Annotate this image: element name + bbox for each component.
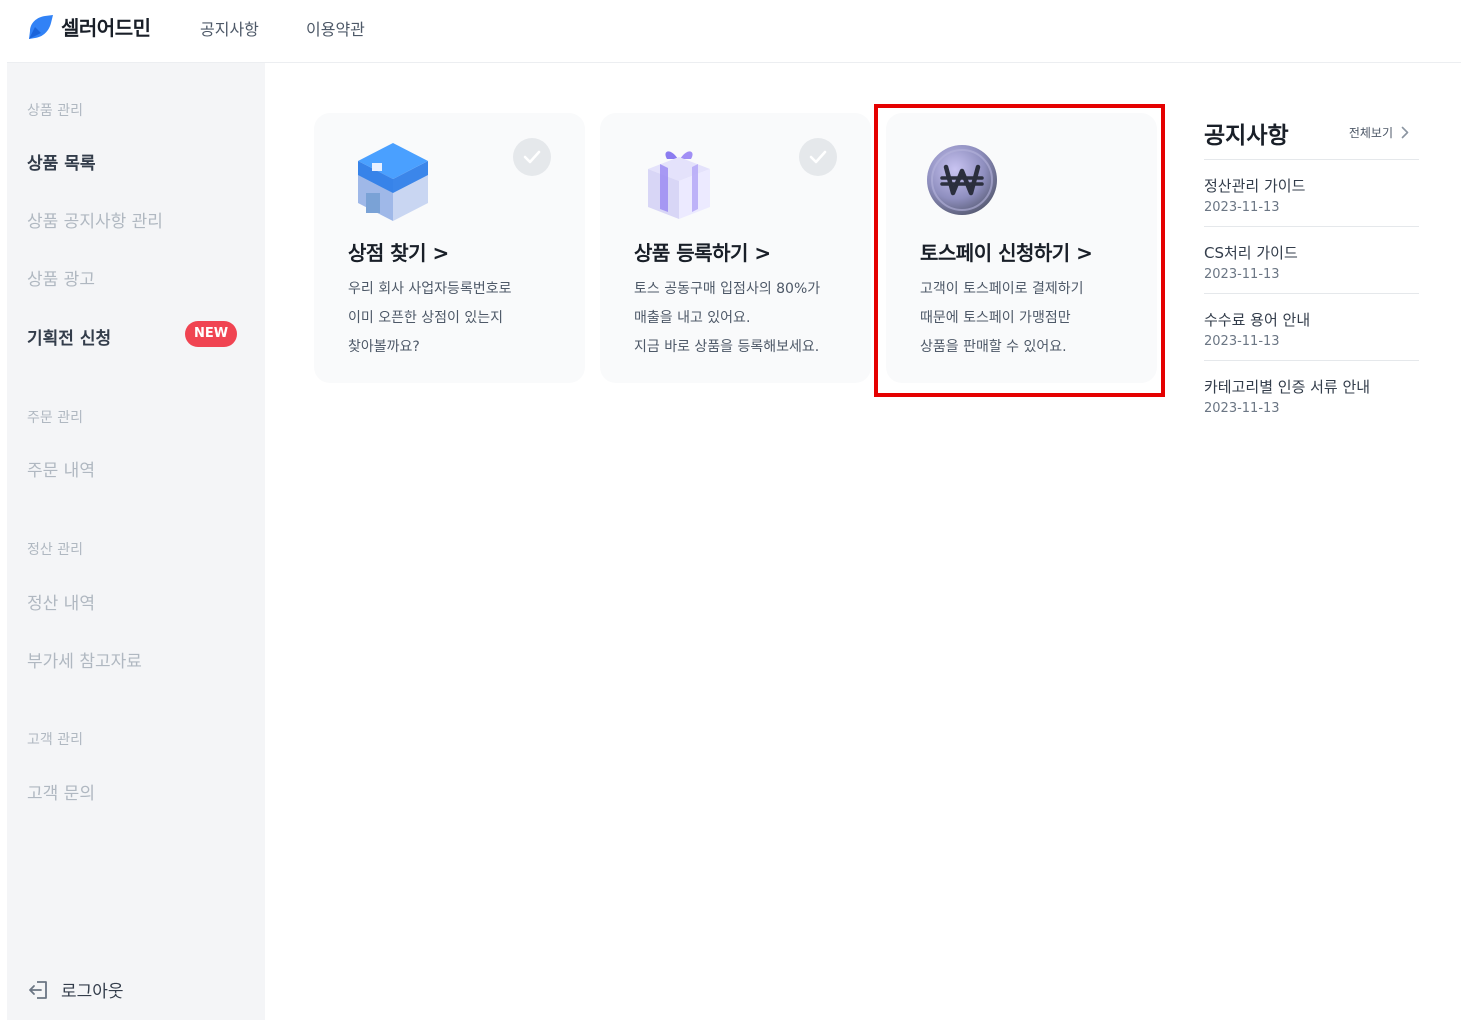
check-icon — [799, 138, 837, 176]
notice-item[interactable]: CS처리 가이드 2023-11-13 — [1204, 227, 1419, 294]
view-all-label: 전체보기 — [1348, 126, 1393, 140]
sidebar-category-order: 주문 관리 — [27, 410, 83, 426]
notice-item-date: 2023-11-13 — [1204, 401, 1280, 416]
notice-item[interactable]: 정산관리 가이드 2023-11-13 — [1204, 160, 1419, 227]
card-desc-line: 매출을 내고 있어요. — [634, 310, 751, 326]
card-title[interactable]: 상점 찾기 > — [348, 237, 449, 266]
sidebar-item-product-list[interactable]: 상품 목록 — [27, 149, 95, 174]
notice-item-title: 정산관리 가이드 — [1204, 177, 1306, 195]
logo[interactable]: 셀러어드민 — [27, 12, 151, 41]
notice-header: 공지사항 전체보기 — [1204, 112, 1419, 160]
card-register-product[interactable]: 상품 등록하기 > 토스 공동구매 입점사의 80%가 매출을 내고 있어요. … — [600, 113, 871, 383]
card-description: 우리 회사 사업자등록번호로 이미 오픈한 상점이 있는지 찾아볼까요? — [348, 275, 511, 362]
card-desc-line: 찾아볼까요? — [348, 339, 420, 355]
sidebar-item-order-history[interactable]: 주문 내역 — [27, 456, 95, 481]
card-desc-line: 우리 회사 사업자등록번호로 — [348, 281, 512, 297]
chevron-right-icon — [1401, 126, 1409, 139]
notice-item-date: 2023-11-13 — [1204, 200, 1280, 215]
card-desc-line: 지금 바로 상품을 등록해보세요. — [634, 339, 820, 355]
gift-box-icon — [634, 137, 724, 227]
sidebar-item-customer-inquiry[interactable]: 고객 문의 — [27, 779, 95, 804]
sidebar-item-vat-reference[interactable]: 부가세 참고자료 — [27, 647, 142, 672]
new-badge: NEW — [185, 321, 237, 347]
nav-terms[interactable]: 이용약관 — [306, 16, 365, 40]
nav-notice[interactable]: 공지사항 — [200, 16, 259, 40]
notice-item-title: 수수료 용어 안내 — [1204, 311, 1311, 329]
card-description: 토스 공동구매 입점사의 80%가 매출을 내고 있어요. 지금 바로 상품을 … — [634, 275, 820, 362]
notice-item-title: 카테고리별 인증 서류 안내 — [1204, 378, 1371, 396]
store-box-icon — [348, 137, 438, 227]
card-title[interactable]: 상품 등록하기 > — [634, 237, 771, 266]
sidebar-item-product-ads[interactable]: 상품 광고 — [27, 265, 95, 290]
notice-item[interactable]: 수수료 용어 안내 2023-11-13 — [1204, 294, 1419, 361]
notice-item-date: 2023-11-13 — [1204, 267, 1280, 282]
card-desc-line: 토스 공동구매 입점사의 80%가 — [634, 281, 821, 297]
sidebar-category-product: 상품 관리 — [27, 103, 83, 119]
notice-title: 공지사항 — [1204, 123, 1289, 149]
sidebar-item-settlement-history[interactable]: 정산 내역 — [27, 589, 95, 614]
card-desc-line: 이미 오픈한 상점이 있는지 — [348, 310, 504, 326]
sidebar-item-promotion-apply[interactable]: 기획전 신청 — [27, 324, 111, 349]
notice-item-title: CS처리 가이드 — [1204, 244, 1298, 262]
sidebar: 상품 관리 상품 목록 상품 공지사항 관리 상품 광고 기획전 신청 NEW … — [7, 63, 265, 1020]
logo-text: 셀러어드민 — [61, 16, 151, 40]
check-icon — [513, 138, 551, 176]
card-find-store[interactable]: 상점 찾기 > 우리 회사 사업자등록번호로 이미 오픈한 상점이 있는지 찾아… — [314, 113, 585, 383]
sidebar-category-customer: 고객 관리 — [27, 732, 83, 748]
notice-item-date: 2023-11-13 — [1204, 334, 1280, 349]
sidebar-item-product-notice[interactable]: 상품 공지사항 관리 — [27, 207, 163, 232]
logout-icon — [29, 980, 47, 999]
top-navigation: 셀러어드민 공지사항 이용약관 — [0, 0, 1478, 62]
view-all-link[interactable]: 전체보기 — [1349, 124, 1409, 141]
sidebar-category-settlement: 정산 관리 — [27, 542, 83, 558]
toss-logo-icon — [29, 14, 53, 39]
logout-button[interactable]: 로그아웃 — [27, 977, 124, 1002]
notice-panel: 공지사항 전체보기 정산관리 가이드 2023-11-13 CS처리 가이드 2… — [1204, 112, 1419, 428]
logout-label: 로그아웃 — [61, 982, 124, 1002]
notice-item[interactable]: 카테고리별 인증 서류 안내 2023-11-13 — [1204, 361, 1419, 428]
highlight-box — [874, 104, 1165, 397]
